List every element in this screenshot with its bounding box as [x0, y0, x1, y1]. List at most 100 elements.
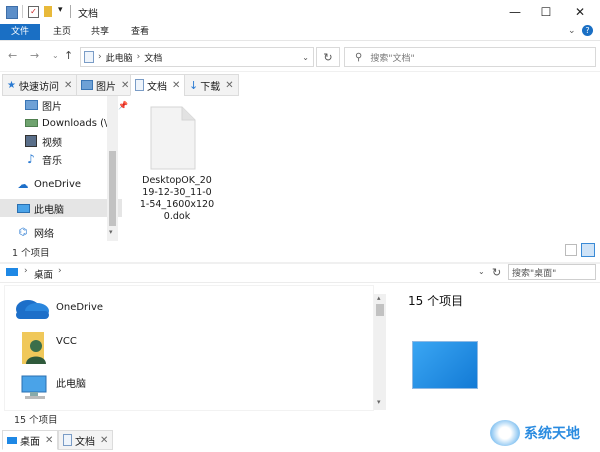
new-folder-icon[interactable]	[44, 6, 52, 17]
generic-file-icon	[150, 106, 196, 170]
tab-pictures[interactable]: 图片 ✕	[76, 74, 135, 96]
file-name[interactable]: DesktopOK_20 19-12-30_11-0 1-54_1600x120…	[138, 175, 216, 223]
address-bar[interactable]: › 此电脑 › 文档 ⌄	[80, 47, 314, 67]
nav-item-label: 视频	[42, 137, 62, 149]
nav-item-label: 此电脑	[34, 204, 64, 216]
onedrive-icon: ☁	[17, 177, 29, 191]
app-icon	[6, 6, 18, 19]
address-dropdown-icon[interactable]: ⌄	[302, 53, 309, 62]
desktop-icon	[6, 268, 18, 276]
nav-item-onedrive[interactable]: ☁ OneDrive	[0, 175, 122, 193]
address-dropdown-icon[interactable]: ⌄	[478, 267, 485, 276]
nav-item-this-pc[interactable]: 此电脑	[0, 199, 122, 217]
title-separator	[70, 5, 71, 18]
close-tab-icon[interactable]: ✕	[225, 80, 233, 91]
customize-qat-icon[interactable]: ▾	[58, 5, 63, 15]
tab-file[interactable]: 文件	[0, 24, 40, 40]
back-icon[interactable]: ←	[8, 49, 17, 62]
refresh-icon[interactable]: ↻	[492, 266, 501, 279]
tab-label: 文档	[147, 81, 167, 93]
forward-icon[interactable]: →	[30, 49, 39, 62]
desktop-icon	[7, 436, 17, 444]
video-icon	[24, 135, 38, 147]
desktop-list-scrollbar[interactable]: ▴ ▾	[374, 294, 386, 410]
breadcrumb-chevron-icon: ›	[58, 266, 62, 276]
preview-item-count: 15 个项目	[408, 294, 464, 308]
search-box-desktop[interactable]: 搜索"桌面"	[508, 264, 596, 280]
ribbon-expand-icon[interactable]: ⌄	[568, 26, 576, 36]
recent-locations-icon[interactable]: ⌄	[52, 51, 59, 60]
document-icon	[63, 434, 72, 446]
file-item[interactable]	[150, 106, 196, 170]
scroll-down-icon[interactable]: ▾	[109, 228, 113, 236]
breadcrumb-chevron-icon: ›	[98, 52, 102, 62]
status-item-count: 1 个项目	[12, 248, 50, 259]
user-folder-icon	[22, 332, 46, 364]
search-placeholder: 搜索"文档"	[370, 53, 415, 64]
navigation-pane: 图片 📌 Downloads (\\V 视频 ♪ 音乐 ☁ OneDrive 此…	[0, 96, 128, 241]
tab-label: 快速访问	[18, 81, 59, 93]
document-icon	[135, 79, 144, 91]
close-tab-icon[interactable]: ✕	[172, 80, 180, 91]
tab-label: 图片	[96, 81, 116, 93]
title-bar: ✓ ▾ 文档 — ☐ ✕	[0, 0, 600, 24]
search-placeholder: 搜索"桌面"	[512, 268, 557, 279]
maximize-button[interactable]: ☐	[529, 0, 563, 24]
breadcrumb-desktop[interactable]: 桌面	[34, 267, 53, 281]
computer-icon	[21, 375, 47, 399]
scroll-down-icon[interactable]: ▾	[377, 398, 381, 406]
tab-desktop[interactable]: 桌面 ✕	[2, 430, 59, 450]
status-item-count-desktop: 15 个项目	[14, 415, 58, 426]
nav-item-label: 音乐	[42, 155, 62, 167]
breadcrumb-chevron-icon: ›	[24, 266, 28, 276]
refresh-icon: ↻	[323, 50, 333, 64]
breadcrumb-this-pc[interactable]: 此电脑	[106, 51, 133, 64]
quick-access-separator	[22, 5, 23, 18]
up-icon[interactable]: ↑	[64, 49, 73, 62]
scroll-up-icon[interactable]: ▴	[377, 294, 381, 302]
breadcrumb-chevron-icon: ›	[136, 52, 141, 62]
item-label: OneDrive	[56, 301, 104, 313]
documents-location-icon	[84, 51, 94, 63]
desktop-preview-thumbnail	[412, 341, 478, 389]
computer-icon	[16, 202, 30, 214]
close-tab-icon[interactable]: ✕	[64, 80, 72, 91]
close-tab-icon[interactable]: ✕	[45, 435, 53, 446]
nav-item-network[interactable]: ⌬ 网络	[0, 223, 122, 241]
item-label: 此电脑	[56, 378, 86, 390]
tab-documents[interactable]: 文档 ✕	[130, 74, 186, 96]
tab-downloads[interactable]: ↓ 下载 ✕	[184, 74, 239, 96]
nav-item-label: 网络	[34, 228, 54, 240]
tab-label: 桌面	[20, 436, 40, 448]
network-drive-icon	[24, 117, 38, 129]
pictures-icon	[24, 99, 38, 111]
tab-documents-bottom[interactable]: 文档 ✕	[58, 430, 114, 450]
properties-icon[interactable]: ✓	[28, 6, 39, 18]
pictures-icon	[81, 80, 93, 90]
close-tab-icon[interactable]: ✕	[121, 80, 129, 91]
list-item-vcc[interactable]: VCC	[18, 329, 77, 367]
close-tab-icon[interactable]: ✕	[100, 435, 108, 446]
close-button[interactable]: ✕	[563, 0, 597, 24]
details-view-icon[interactable]	[565, 244, 577, 256]
list-item-onedrive[interactable]: OneDrive	[12, 288, 103, 326]
help-icon[interactable]: ?	[582, 25, 593, 36]
large-icons-view-icon[interactable]	[581, 243, 595, 257]
music-icon: ♪	[27, 152, 35, 166]
refresh-button[interactable]: ↻	[316, 47, 340, 67]
breadcrumb-documents[interactable]: 文档	[144, 51, 162, 64]
list-item-this-pc[interactable]: 此电脑	[20, 368, 86, 406]
file-name-line: 0.dok	[163, 211, 191, 222]
nav-item-label: OneDrive	[34, 178, 82, 190]
file-name-line: 1-54_1600x120	[139, 199, 215, 210]
tab-quick-access[interactable]: ★ 快速访问 ✕	[2, 74, 78, 96]
item-label: VCC	[56, 335, 77, 347]
tab-home[interactable]: 主页	[44, 24, 80, 40]
search-box[interactable]: ⚲ 搜索"文档"	[344, 47, 596, 67]
tab-view[interactable]: 查看	[122, 24, 158, 40]
tab-share[interactable]: 共享	[82, 24, 118, 40]
scrollbar-thumb[interactable]	[109, 151, 116, 226]
minimize-button[interactable]: —	[498, 0, 532, 24]
nav-pane-scrollbar[interactable]: ▾	[107, 96, 118, 241]
scrollbar-thumb[interactable]	[376, 304, 384, 316]
